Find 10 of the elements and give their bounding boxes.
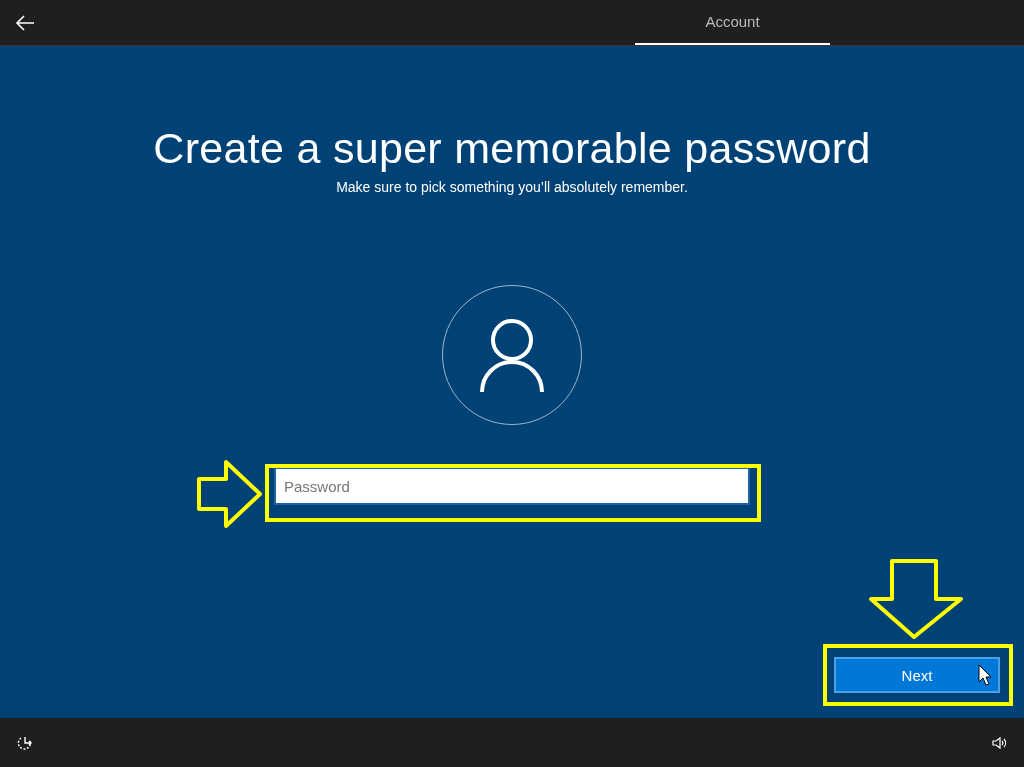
speaker-icon [992,735,1008,750]
user-avatar-icon [442,285,582,425]
tab[interactable]: Account [635,0,830,45]
password-field[interactable]: Password [274,467,750,505]
mouse-pointer-icon [978,664,992,686]
back-arrow-icon [15,14,35,31]
next-button[interactable]: Next [834,657,1000,693]
page-title: Create a super memorable password [153,124,871,173]
right-arrow-drawing [196,459,264,529]
subtitle: Make sure to pick something you’ll absolutely remember. [336,179,688,195]
